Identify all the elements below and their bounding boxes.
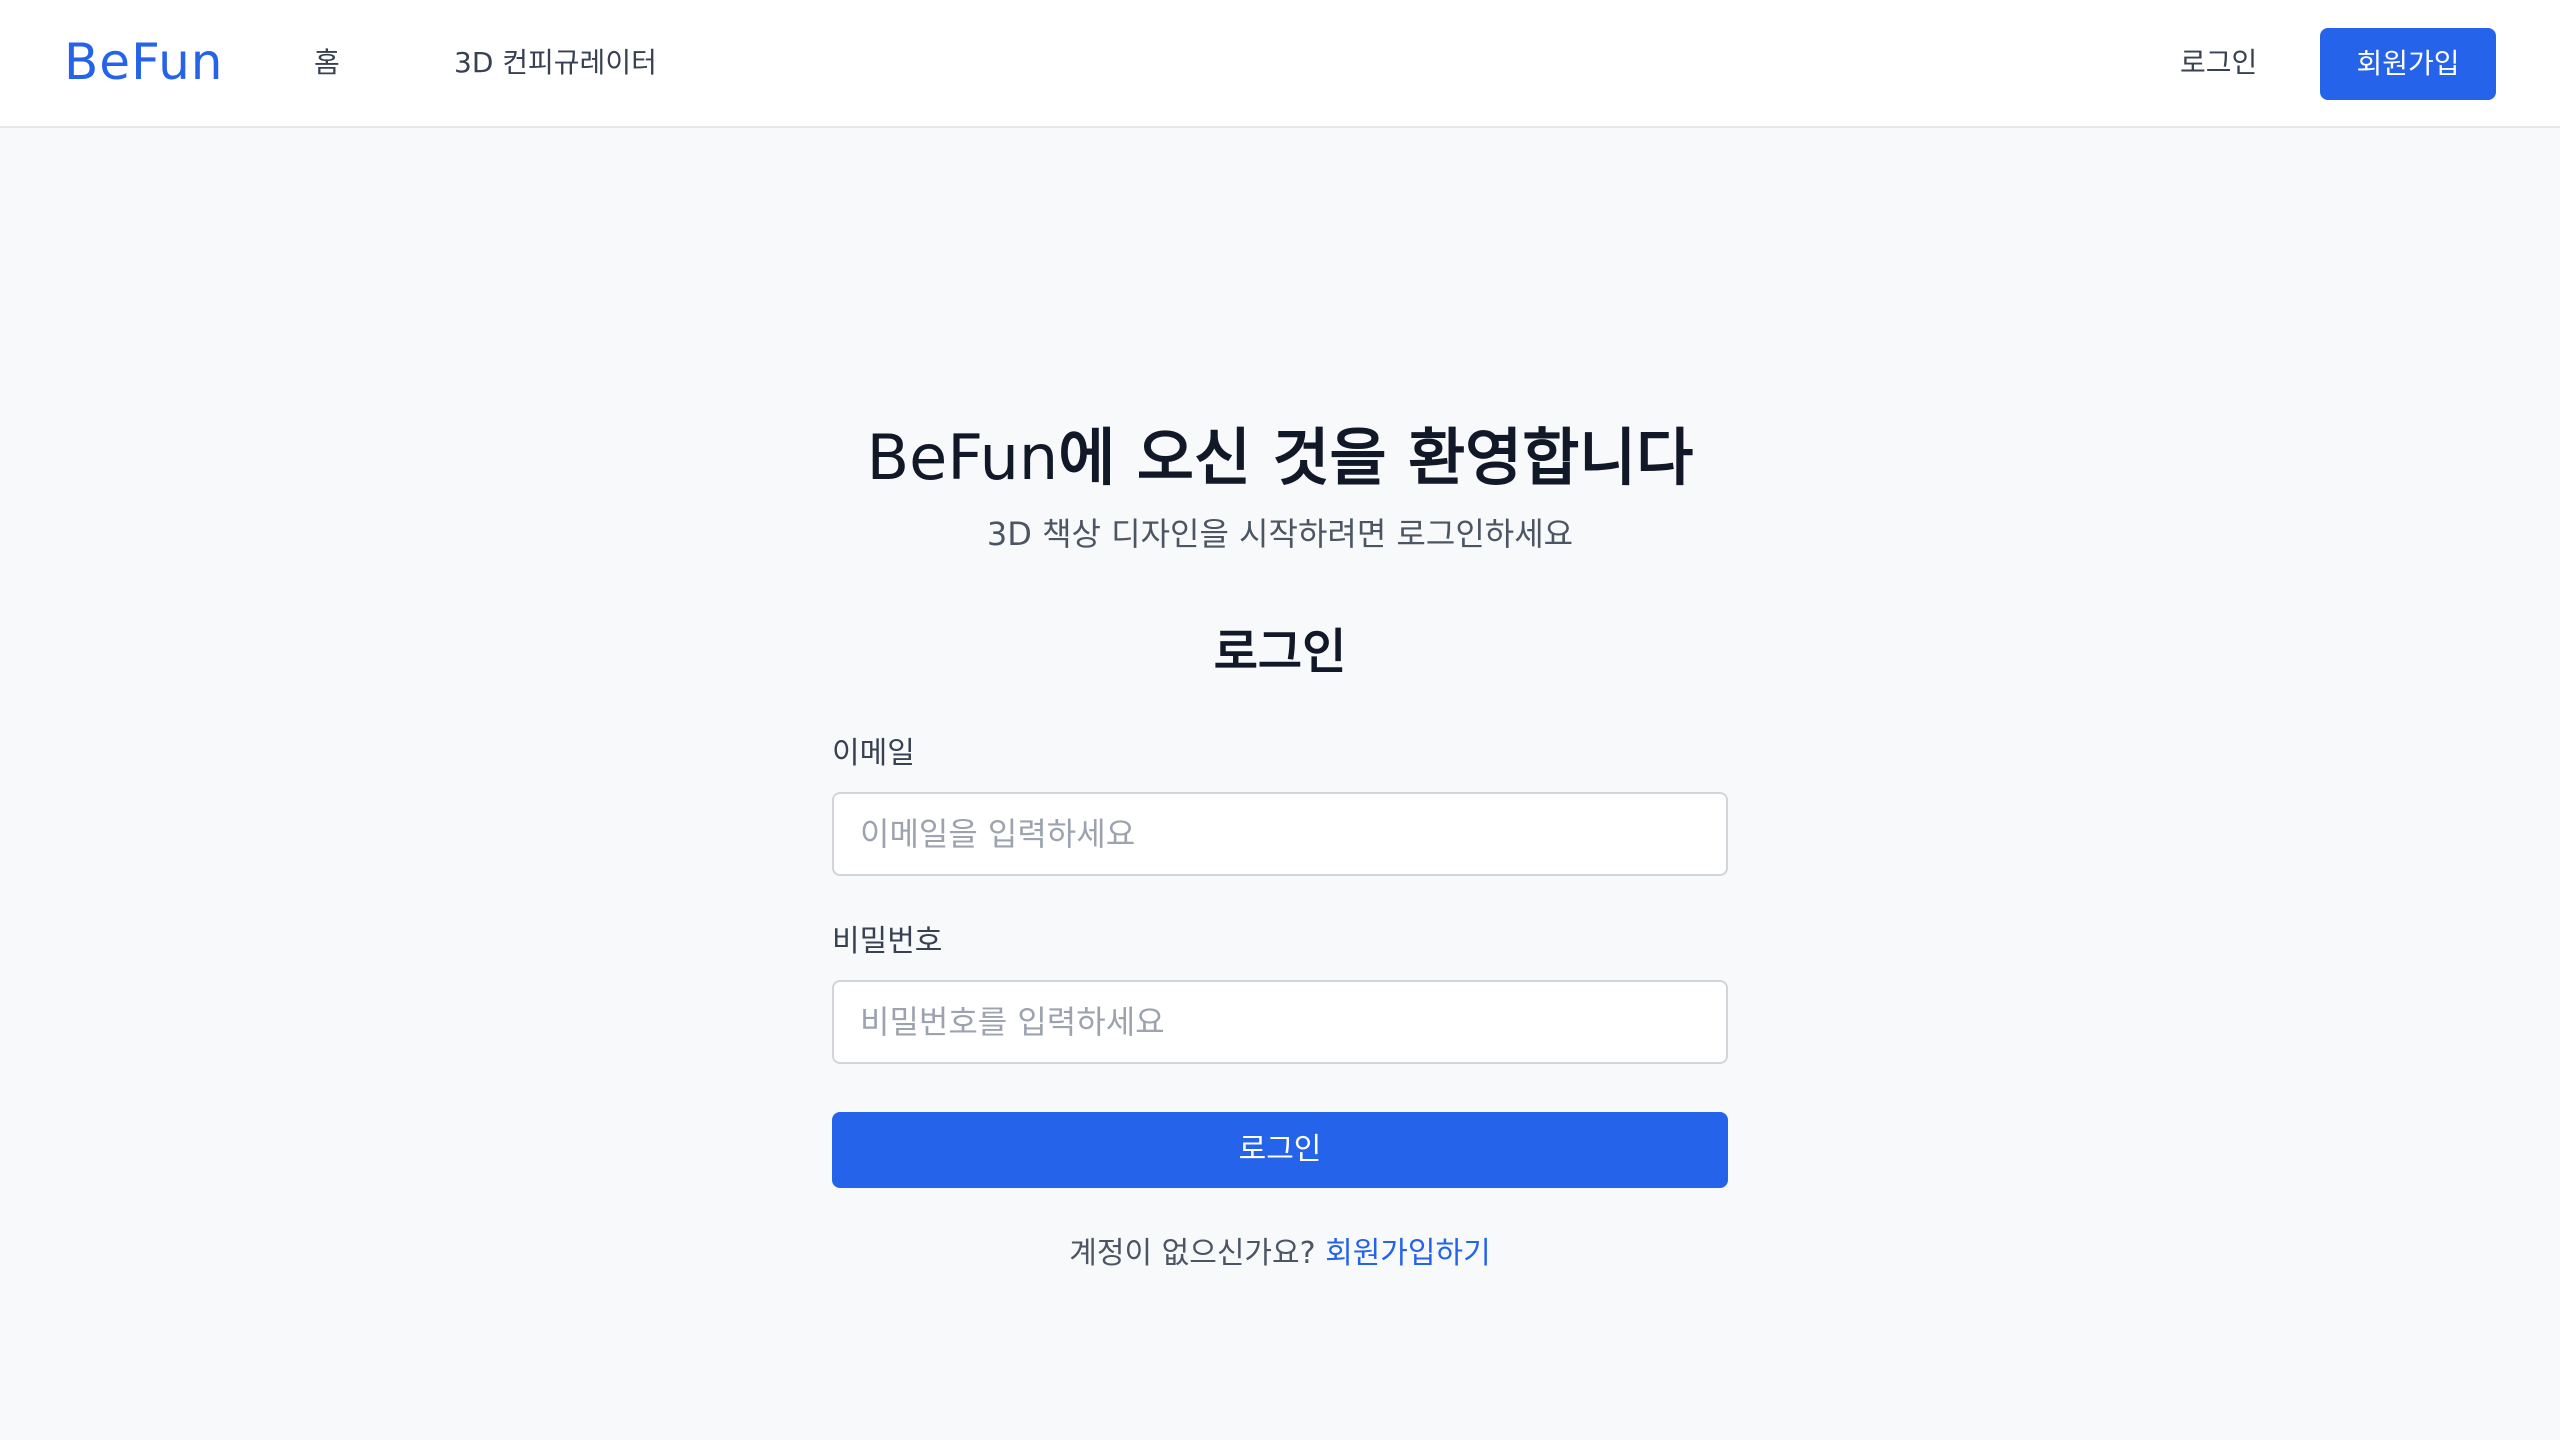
login-submit-button[interactable]: 로그인 — [832, 1112, 1728, 1188]
email-input[interactable] — [832, 792, 1728, 876]
nav-link-3d-configurator[interactable]: 3D 컨피규레이터 — [454, 44, 657, 82]
email-label: 이메일 — [832, 736, 915, 771]
nav-link-home[interactable]: 홈 — [314, 44, 340, 82]
header-login-link[interactable]: 로그인 — [2180, 44, 2257, 82]
welcome-title: BeFun에 오신 것을 환영합니다 — [0, 418, 2560, 498]
login-form-heading: 로그인 — [1213, 624, 1347, 680]
signup-prompt: 계정이 없으신가요? 회원가입하기 — [0, 1234, 2560, 1274]
signup-link[interactable]: 회원가입하기 — [1325, 1236, 1491, 1271]
top-navigation-bar: BeFun 홈 3D 컨피규레이터 로그인 회원가입 — [0, 0, 2560, 128]
header-signup-button[interactable]: 회원가입 — [2320, 28, 2496, 100]
brand-logo[interactable]: BeFun — [64, 30, 223, 94]
password-label: 비밀번호 — [832, 924, 943, 959]
welcome-title-text: 에 오신 것을 환영합니다 — [1058, 421, 1694, 494]
welcome-title-brand: BeFun — [866, 421, 1059, 494]
welcome-subtitle: 3D 책상 디자인을 시작하려면 로그인하세요 — [986, 515, 1574, 553]
signup-prompt-text: 계정이 없으신가요? — [1069, 1236, 1316, 1271]
password-input[interactable] — [832, 980, 1728, 1064]
